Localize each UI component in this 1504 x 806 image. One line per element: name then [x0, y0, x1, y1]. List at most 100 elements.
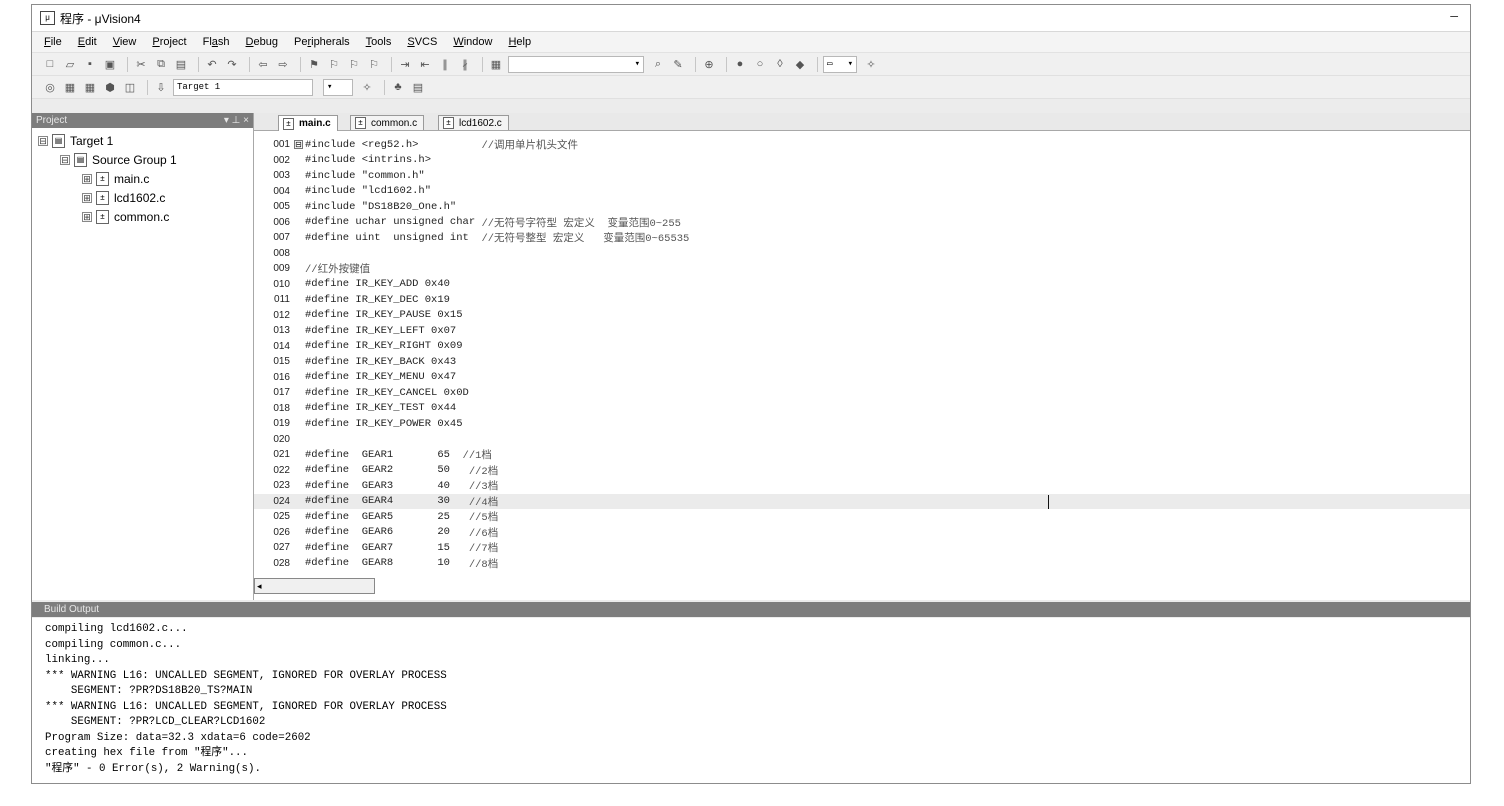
tree-toggle-icon[interactable]: ⊞ [82, 192, 92, 203]
code-comment: //6档 [468, 527, 499, 540]
code-line: 026 #define GEAR6 20 //6档 [254, 525, 1470, 541]
menu-item[interactable]: Help [508, 36, 531, 48]
target-dropdown[interactable]: ▾ [323, 78, 353, 96]
horizontal-scrollbar[interactable]: ◂ [254, 578, 375, 594]
disable-all-breakpoints-icon[interactable]: ◊ [772, 57, 788, 72]
incremental-find-icon[interactable]: ✎ [670, 57, 686, 72]
line-number: 015 [273, 356, 290, 368]
debug-session-icon[interactable]: ⊕ [701, 57, 717, 72]
build-output-panel[interactable]: compiling lcd1602.c... compiling common.c… [32, 618, 1470, 783]
menu-item[interactable]: Edit [78, 36, 97, 48]
fold-gutter [294, 419, 303, 428]
tree-item[interactable]: ⊞ ± main.c [32, 169, 253, 188]
tree-item-label: lcd1602.c [114, 190, 166, 205]
configure-icon[interactable]: ✧ [863, 57, 879, 72]
tree-toggle-icon[interactable]: ⊟ [38, 135, 48, 146]
save-icon[interactable]: ▪ [82, 57, 98, 72]
window-select-combo[interactable]: ▭ ▾ [823, 55, 857, 73]
find-combo[interactable]: ▾ [508, 55, 644, 73]
line-number: 001 [273, 139, 290, 151]
find-in-files-icon[interactable]: ▦ [488, 57, 504, 72]
next-bookmark-icon[interactable]: ⚐ [346, 57, 362, 72]
breakpoint-icon[interactable]: ● [732, 57, 748, 72]
tree-item[interactable]: ⊟ ▤ Source Group 1 [32, 150, 253, 169]
new-file-icon[interactable]: □ [42, 57, 58, 72]
paste-icon[interactable]: ▤ [173, 57, 189, 72]
unindent-icon[interactable]: ⇤ [417, 57, 433, 72]
line-number: 011 [274, 294, 290, 306]
c-file-icon: ± [96, 171, 109, 186]
panel-controls-icon[interactable]: ▾ ⊥ × [224, 113, 249, 128]
build-icon[interactable]: ▦ [62, 80, 78, 95]
find-icon[interactable]: ⌕ [650, 57, 666, 72]
stop-build-icon[interactable]: ◫ [122, 80, 138, 95]
menu-item[interactable]: Window [453, 36, 492, 48]
menu-mnemonic: F [44, 36, 51, 48]
fold-gutter [294, 435, 303, 444]
tree-item[interactable]: ⊞ ± common.c [32, 207, 253, 226]
tree-toggle-icon[interactable]: ⊟ [60, 154, 70, 165]
code-text: #include <reg52.h> [305, 138, 482, 151]
target-folder-icon: ▤ [52, 133, 65, 148]
menu-item[interactable]: Project [152, 36, 186, 48]
code-text: #define IR_KEY_DEC 0x19 [305, 293, 450, 306]
tree-item[interactable]: ⊟ ▤ Target 1 [32, 131, 253, 150]
menu-label-part: ools [371, 36, 392, 48]
line-number: 009 [273, 263, 290, 275]
cut-icon[interactable]: ✂ [133, 57, 149, 72]
fold-gutter [294, 156, 303, 165]
code-area[interactable]: 001 ⊟ #include <reg52.h> //调用单片机头文件 002 #inc… [254, 137, 1470, 577]
minimize-button[interactable]: – [1450, 7, 1458, 23]
menu-item[interactable]: SVCS [407, 36, 437, 48]
save-all-icon[interactable]: ▣ [102, 57, 118, 72]
nav-back-icon[interactable]: ⇦ [255, 57, 271, 72]
toolbar-separator [249, 56, 250, 72]
download-icon[interactable]: ⇩ [153, 80, 169, 95]
target-select[interactable]: Target 1 [173, 78, 313, 96]
comment-icon[interactable]: ∥ [437, 57, 453, 72]
redo-icon[interactable]: ↷ [224, 57, 240, 72]
fold-gutter [294, 233, 303, 242]
open-file-icon[interactable]: ▱ [62, 57, 78, 72]
menu-item[interactable]: Peripherals [294, 36, 350, 48]
editor-tab[interactable]: ± common.c [350, 115, 425, 130]
c-file-icon: ± [283, 117, 294, 130]
code-text: #define GEAR3 40 [305, 479, 469, 492]
code-comment: //2档 [468, 465, 499, 478]
prev-bookmark-icon[interactable]: ⚐ [326, 57, 342, 72]
code-line: 003 #include "common.h" [254, 168, 1470, 184]
editor-tab[interactable]: ± main.c [278, 115, 338, 131]
tree-item[interactable]: ⊞ ± lcd1602.c [32, 188, 253, 207]
rebuild-icon[interactable]: ▦ [82, 80, 98, 95]
line-number: 016 [273, 371, 290, 383]
code-text: #define GEAR1 65 [305, 448, 463, 461]
tree-toggle-icon[interactable]: ⊞ [82, 211, 92, 222]
menu-item[interactable]: Debug [246, 36, 278, 48]
bookmark-icon[interactable]: ⚑ [306, 57, 322, 72]
uncomment-icon[interactable]: ∦ [457, 57, 473, 72]
file-extensions-icon[interactable]: ♣ [390, 80, 406, 95]
menu-item[interactable]: View [113, 36, 137, 48]
kill-breakpoints-icon[interactable]: ◆ [792, 57, 808, 72]
disable-breakpoint-icon[interactable]: ○ [752, 57, 768, 72]
line-number: 010 [273, 278, 290, 290]
copy-icon[interactable]: ⧉ [153, 57, 169, 72]
fold-toggle-icon[interactable]: ⊟ [294, 140, 303, 150]
clear-bookmarks-icon[interactable]: ⚐ [366, 57, 382, 72]
translate-icon[interactable]: ◎ [42, 80, 58, 95]
batch-build-icon[interactable]: ⬢ [102, 80, 118, 95]
line-number: 012 [273, 309, 290, 321]
editor-tab[interactable]: ± lcd1602.c [438, 115, 509, 130]
target-options-icon[interactable]: ✧ [359, 80, 375, 95]
nav-forward-icon[interactable]: ⇨ [275, 57, 291, 72]
manage-components-icon[interactable]: ▤ [410, 80, 426, 95]
undo-icon[interactable]: ↶ [204, 57, 220, 72]
scroll-left-icon[interactable]: ◂ [257, 581, 262, 592]
menu-item[interactable]: Flash [203, 36, 230, 48]
line-number: 018 [273, 402, 290, 414]
menu-item[interactable]: File [44, 36, 62, 48]
menu-item[interactable]: Tools [366, 36, 392, 48]
fold-gutter [294, 202, 303, 211]
indent-icon[interactable]: ⇥ [397, 57, 413, 72]
tree-toggle-icon[interactable]: ⊞ [82, 173, 92, 184]
